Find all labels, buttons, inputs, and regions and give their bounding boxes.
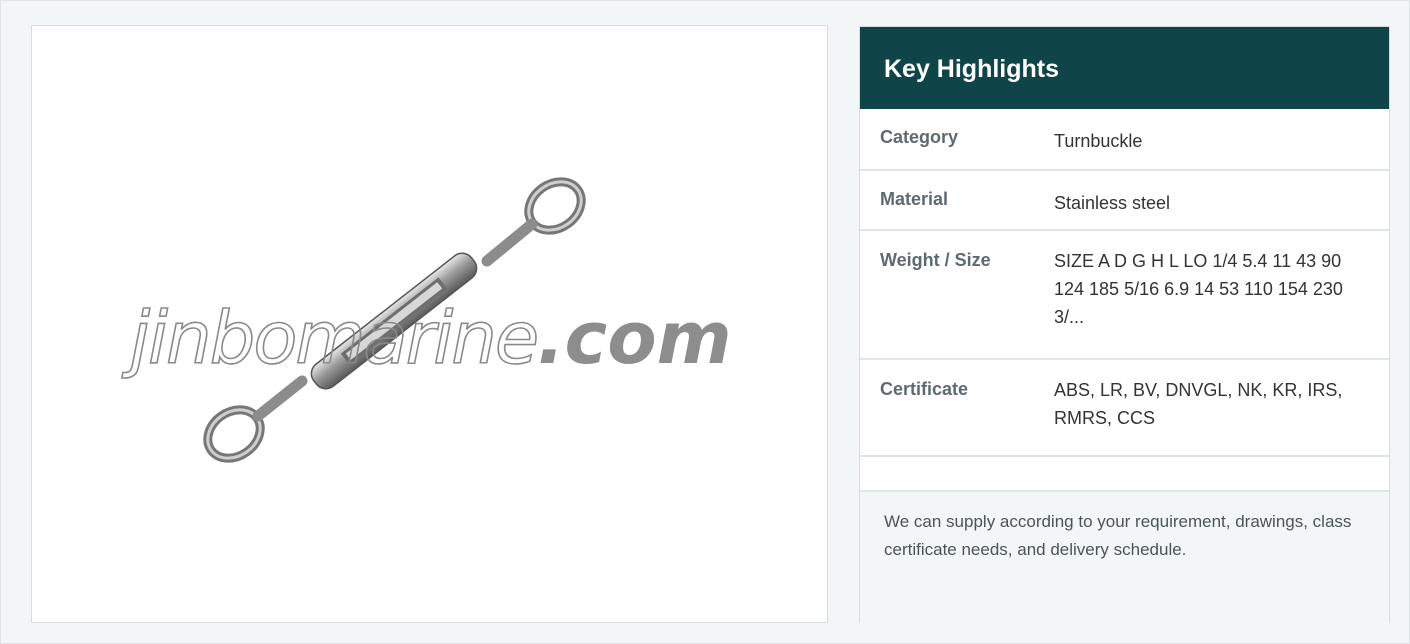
- highlight-value: ABS, LR, BV, DNVGL, NK, KR, IRS, RMRS, C…: [1054, 380, 1343, 428]
- highlight-row-material: Material Stainless steel: [860, 171, 1389, 231]
- product-image-panel[interactable]: jinbomarine.com: [31, 25, 828, 623]
- highlight-label: Certificate: [880, 379, 969, 399]
- key-highlights-title: Key Highlights: [860, 27, 1389, 109]
- highlight-label: Category: [880, 127, 959, 147]
- highlight-row-certificate: Certificate ABS, LR, BV, DNVGL, NK, KR, …: [860, 360, 1389, 457]
- page: jinbomarine.com Key Highlights Category …: [0, 0, 1410, 644]
- highlight-label: Material: [880, 189, 949, 209]
- highlight-value: SIZE A D G H L LO 1/4 5.4 11 43 90 124 1…: [1054, 251, 1343, 327]
- key-highlights-card: Key Highlights Category Turnbuckle Mater…: [859, 26, 1390, 624]
- watermark: jinbomarine.com: [129, 295, 732, 381]
- highlight-value: Turnbuckle: [1054, 131, 1143, 151]
- highlight-label: Weight / Size: [880, 250, 991, 270]
- highlight-row-category: Category Turnbuckle: [860, 109, 1389, 171]
- highlight-row-weight-size: Weight / Size SIZE A D G H L LO 1/4 5.4 …: [860, 231, 1389, 360]
- highlight-value: Stainless steel: [1054, 193, 1171, 213]
- supply-note: We can supply according to your requirem…: [860, 492, 1389, 624]
- highlight-row-empty: [860, 457, 1389, 492]
